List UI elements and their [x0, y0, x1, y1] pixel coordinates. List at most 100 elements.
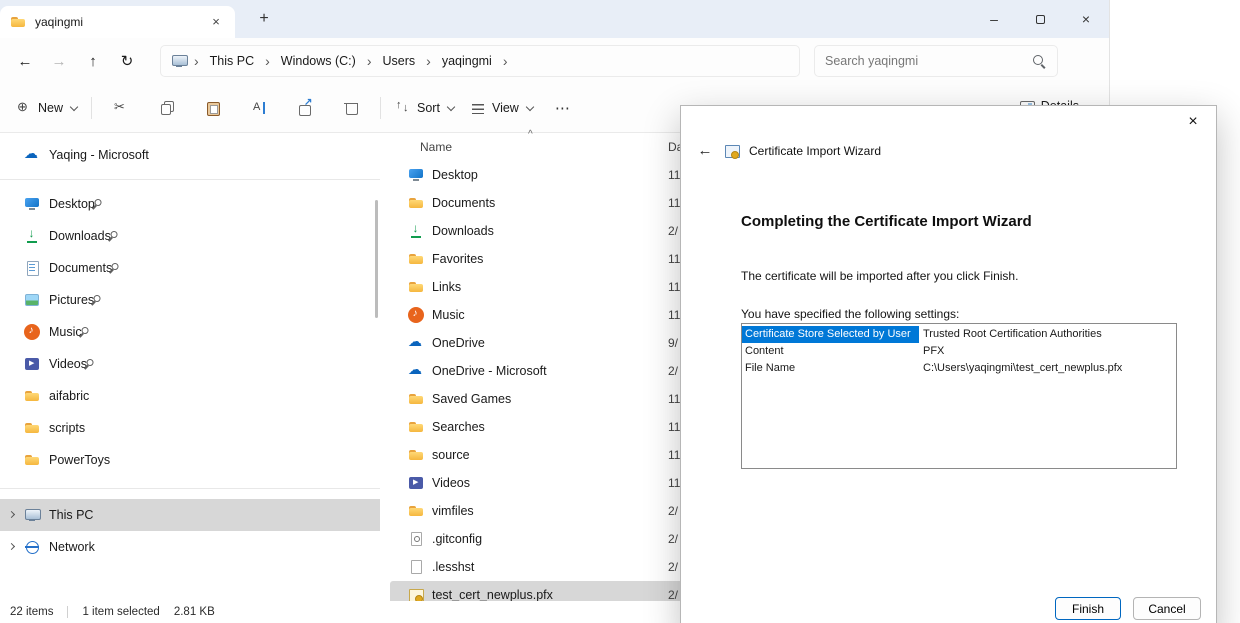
sidebar-item-label: scripts [49, 421, 85, 435]
share-icon [297, 100, 313, 116]
file-date: 11 [668, 420, 680, 434]
sidebar-item-downloads[interactable]: Downloads [0, 220, 380, 252]
file-row-lesshst[interactable]: .lesshst2/ [390, 553, 730, 581]
new-tab-button[interactable]: + [252, 7, 276, 31]
new-label: New [38, 101, 63, 115]
file-row-music[interactable]: Music11 [390, 301, 730, 329]
cut-button[interactable] [98, 92, 144, 124]
minimize-button[interactable]: – [971, 0, 1017, 38]
share-button[interactable] [282, 92, 328, 124]
certificate-import-wizard-dialog: × ← Certificate Import Wizard Completing… [680, 105, 1217, 623]
breadcrumb-windows-c[interactable]: Windows (C:) [277, 52, 360, 70]
status-divider [67, 606, 68, 618]
file-name: Saved Games [432, 392, 511, 406]
settings-value: Trusted Root Certification Authorities [919, 326, 1102, 343]
video-icon [408, 475, 424, 491]
folder-icon [408, 419, 424, 435]
settings-row[interactable]: File NameC:\Users\yaqingmi\test_cert_new… [742, 360, 1176, 377]
file-date: 11 [668, 392, 680, 406]
file-row-documents[interactable]: Documents 11 [390, 189, 730, 217]
tab-close-icon[interactable]: × [207, 13, 225, 31]
file-date: 11 [668, 196, 680, 210]
paste-button[interactable] [190, 92, 236, 124]
tab-yaqingmi[interactable]: yaqingmi × [0, 6, 235, 38]
new-button[interactable]: New [8, 94, 85, 122]
sidebar-item-powertoys[interactable]: PowerToys [0, 444, 380, 476]
cancel-button[interactable]: Cancel [1133, 597, 1201, 620]
settings-row[interactable]: ContentPFX [742, 343, 1176, 360]
sidebar-item-aifabric[interactable]: aifabric [0, 380, 380, 412]
address-bar[interactable]: ›This PC›Windows (C:)›Users›yaqingmi› [160, 45, 800, 77]
finish-button[interactable]: Finish [1055, 597, 1121, 620]
settings-row[interactable]: Certificate Store Selected by UserTruste… [742, 326, 1176, 343]
sidebar-item-this-pc[interactable]: This PC [0, 499, 380, 531]
maximize-button[interactable] [1017, 0, 1063, 38]
file-date: 11 [668, 252, 680, 266]
sidebar-item-yaqing-microsoft[interactable]: Yaqing - Microsoft [0, 139, 380, 171]
wizard-body-text: The certificate will be imported after y… [741, 269, 1018, 283]
sidebar-item-documents[interactable]: Documents [0, 252, 380, 284]
navigation-bar: ← → ↑ ↻ ›This PC›Windows (C:)›Users›yaqi… [0, 38, 1109, 84]
more-options-button[interactable]: ⋯ [541, 99, 585, 117]
breadcrumb-this-pc[interactable]: This PC [206, 52, 258, 70]
delete-icon [343, 100, 359, 116]
network-icon [24, 539, 40, 555]
file-name: Desktop [432, 168, 478, 182]
copy-button[interactable] [144, 92, 190, 124]
sort-button[interactable]: Sort [387, 94, 462, 122]
file-name: Documents [432, 196, 495, 210]
chevron-down-icon [70, 102, 78, 110]
sidebar-scrollbar[interactable] [375, 200, 378, 318]
sidebar-item-network[interactable]: Network [0, 531, 380, 563]
toolbar-divider [91, 97, 92, 119]
file-row-searches[interactable]: Searches11 [390, 413, 730, 441]
column-header-name[interactable]: Name [420, 140, 452, 154]
dialog-close-button[interactable]: × [1170, 106, 1216, 138]
dialog-back-button[interactable]: ← [695, 142, 715, 159]
chevron-right-icon[interactable] [8, 543, 15, 550]
paste-icon [205, 100, 221, 116]
sort-label: Sort [417, 101, 440, 115]
breadcrumb-users[interactable]: Users [378, 52, 419, 70]
onedrive-icon [408, 335, 424, 351]
up-button[interactable]: ↑ [76, 53, 110, 70]
sort-ascending-icon: ^ [528, 129, 533, 140]
refresh-button[interactable]: ↻ [110, 52, 144, 70]
file-row-links[interactable]: Links11 [390, 273, 730, 301]
forward-button[interactable]: → [42, 53, 76, 70]
breadcrumb-yaqingmi[interactable]: yaqingmi [438, 52, 496, 70]
delete-button[interactable] [328, 92, 374, 124]
tab-title: yaqingmi [35, 15, 83, 29]
file-row-gitconfig[interactable]: .gitconfig2/ [390, 525, 730, 553]
sidebar-item-videos[interactable]: Videos [0, 348, 380, 380]
file-row-source[interactable]: source11 [390, 441, 730, 469]
file-row-desktop[interactable]: Desktop 11 [390, 161, 730, 189]
sidebar-item-music[interactable]: Music [0, 316, 380, 348]
folder-doc-icon [408, 195, 424, 211]
file-row-vimfiles[interactable]: vimfiles2/ [390, 497, 730, 525]
chevron-right-icon[interactable] [8, 511, 15, 518]
back-button[interactable]: ← [8, 53, 42, 70]
breadcrumb-separator-icon: › [426, 53, 431, 69]
music-icon [24, 324, 40, 340]
file-row-onedrive[interactable]: OneDrive9/ [390, 329, 730, 357]
close-button[interactable]: × [1063, 0, 1109, 38]
settings-list[interactable]: Certificate Store Selected by UserTruste… [741, 323, 1177, 469]
sidebar-item-desktop[interactable]: Desktop [0, 188, 380, 220]
video-icon [24, 356, 40, 372]
file-row-videos[interactable]: Videos11 [390, 469, 730, 497]
file-row-onedrive-microsoft[interactable]: OneDrive - Microsoft2/ [390, 357, 730, 385]
sidebar-item-scripts[interactable]: scripts [0, 412, 380, 444]
file-date: 9/ [668, 336, 678, 350]
file-row-downloads[interactable]: Downloads2/ [390, 217, 730, 245]
file-row-saved-games[interactable]: Saved Games 11 [390, 385, 730, 413]
file-date: 2/ [668, 532, 678, 546]
file-row-favorites[interactable]: Favorites11 [390, 245, 730, 273]
sidebar-item-pictures[interactable]: Pictures [0, 284, 380, 316]
settings-value: C:\Users\yaqingmi\test_cert_newplus.pfx [919, 360, 1122, 377]
file-date: 11 [668, 168, 680, 182]
rename-button[interactable] [236, 92, 282, 124]
view-button[interactable]: View [462, 94, 541, 122]
music-icon [408, 307, 424, 323]
search-box[interactable]: Search yaqingmi [814, 45, 1058, 77]
